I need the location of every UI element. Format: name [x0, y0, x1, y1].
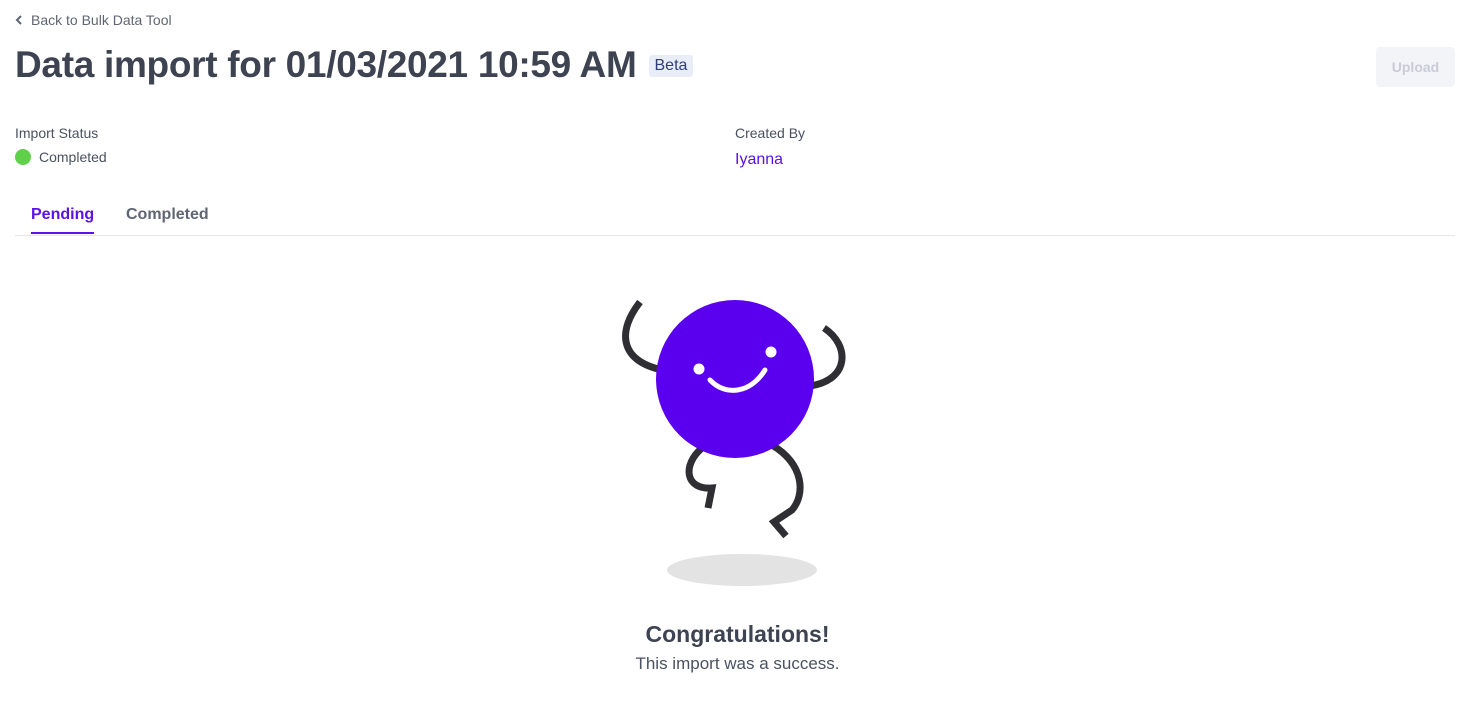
right-eye	[765, 346, 777, 358]
status-dot-icon	[15, 149, 31, 165]
import-status: Completed	[15, 149, 107, 165]
left-leg	[685, 445, 717, 509]
beta-badge: Beta	[648, 55, 694, 77]
created-by-link[interactable]: Iyanna	[735, 151, 783, 169]
back-link-label: Back to Bulk Data Tool	[31, 12, 172, 28]
chevron-left-icon	[15, 15, 22, 25]
left-arm	[622, 299, 663, 374]
created-by-label: Created By	[735, 125, 806, 141]
empty-state-title: Congratulations!	[645, 621, 830, 647]
import-status-label: Import Status	[15, 125, 99, 141]
upload-button[interactable]: Upload	[1376, 47, 1455, 87]
title-row: Data import for 01/03/2021 10:59 AM Beta	[15, 44, 694, 86]
right-arm	[809, 325, 846, 390]
empty-state-message: This import was a success.	[635, 654, 840, 673]
tab-completed[interactable]: Completed	[126, 206, 209, 232]
shadow-ellipse	[667, 554, 817, 586]
right-leg	[768, 442, 804, 539]
blob-body	[656, 300, 814, 458]
left-eye	[693, 363, 705, 375]
tab-bar: Pending Completed	[15, 200, 1455, 236]
back-link[interactable]: Back to Bulk Data Tool	[15, 12, 172, 28]
page-title: Data import for 01/03/2021 10:59 AM	[15, 44, 637, 85]
tab-pending[interactable]: Pending	[31, 206, 95, 234]
happy-blob-illustration	[622, 299, 846, 586]
import-status-value: Completed	[39, 149, 107, 165]
